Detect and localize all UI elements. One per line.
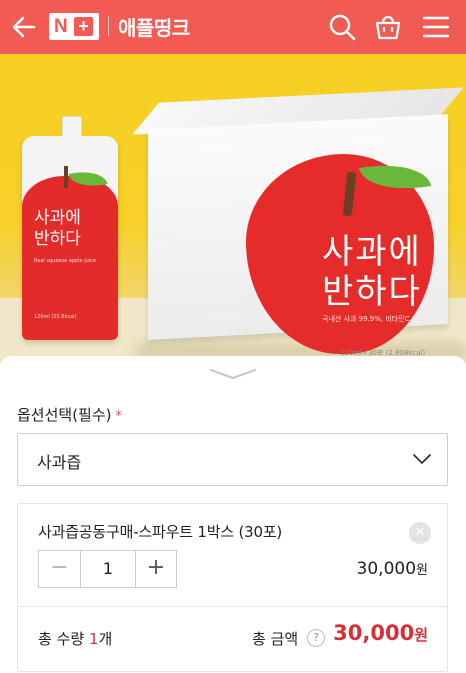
close-icon: ✕ — [414, 525, 426, 540]
pouch-subtitle: Real squeeze apple juice — [34, 258, 96, 264]
box-subtitle: 국내산 사과 99.9%, 비타민C 0.1% — [322, 315, 430, 323]
total-amount-value: 30,000 — [333, 621, 415, 645]
total-quantity-value: 1 — [88, 630, 99, 648]
total-amount-currency: 원 — [414, 626, 428, 644]
pouch-title-line1: 사과에 — [34, 208, 81, 228]
pouch-spout — [62, 116, 82, 138]
quantity-value[interactable]: 1 — [81, 551, 135, 587]
sheet-collapse-handle[interactable] — [208, 366, 258, 380]
store-name[interactable]: 애플띵크 — [118, 12, 190, 41]
top-app-bar: N + 애플띵크 — [0, 0, 466, 54]
total-quantity-unit: 개 — [98, 630, 113, 648]
product-hero-image: 사과에 반하다 국내산 사과 99.9%, 비타민C 0.1% 120ml×30… — [0, 54, 466, 364]
logo-divider — [108, 16, 109, 36]
option-label-text: 옵션선택(필수) — [17, 406, 112, 424]
total-quantity-label: 총 수량 — [38, 630, 85, 648]
selected-option: 사과즙 — [37, 453, 82, 472]
logo-letter: N — [54, 16, 68, 37]
pouch-title: 사과에 반하다 — [34, 208, 81, 250]
option-price: 30,000원 — [357, 559, 428, 579]
increase-quantity-button[interactable]: + — [135, 551, 176, 587]
total-amount: 30,000원 — [333, 621, 428, 645]
box-title: 사과에 반하다 — [322, 232, 422, 312]
chevron-down-icon — [413, 454, 431, 464]
quantity-stepper: − 1 + — [38, 550, 177, 588]
juice-pouch: 사과에 반하다 Real squeeze apple juice 120ml (… — [22, 136, 118, 340]
option-select-label: 옵션선택(필수) * — [17, 404, 122, 425]
option-bottom-sheet: 옵션선택(필수) * 사과즙 사과즙공동구매-스파우트 1박스 (30포) ✕ −… — [0, 356, 466, 673]
search-button[interactable] — [326, 11, 358, 43]
hamburger-menu-icon — [422, 16, 450, 38]
back-button[interactable] — [10, 12, 38, 42]
total-amount-label: 총 금액 — [252, 630, 299, 648]
brand-logo[interactable]: N + — [49, 13, 99, 40]
shopping-bag-icon — [375, 15, 401, 40]
cart-button[interactable] — [372, 11, 404, 43]
box-title-line1: 사과에 — [322, 232, 422, 272]
option-select-dropdown[interactable]: 사과즙 — [17, 433, 448, 486]
remove-option-button[interactable]: ✕ — [409, 522, 431, 544]
required-mark: * — [115, 409, 123, 424]
selected-product-name: 사과즙공동구매-스파우트 1박스 (30포) — [38, 523, 283, 541]
search-icon — [329, 14, 356, 41]
pouch-apple-stem — [64, 166, 68, 188]
option-price-currency: 원 — [416, 563, 428, 578]
pouch-volume: 120ml (55.6kcal) — [34, 314, 77, 320]
pouch-title-line2: 반하다 — [34, 229, 81, 249]
menu-button[interactable] — [420, 11, 452, 43]
chevron-down-icon — [209, 368, 257, 380]
help-icon[interactable]: ? — [307, 629, 325, 647]
total-quantity: 총 수량 1개 — [38, 628, 112, 649]
decrease-quantity-button[interactable]: − — [39, 551, 81, 587]
back-arrow-icon — [12, 16, 36, 38]
option-price-value: 30,000 — [356, 559, 417, 579]
box-title-line2: 반하다 — [322, 272, 422, 312]
logo-plus: + — [74, 17, 93, 36]
selected-option-card: 사과즙공동구매-스파우트 1박스 (30포) ✕ − 1 + 30,000원 총… — [17, 503, 448, 672]
total-divider — [18, 606, 447, 607]
